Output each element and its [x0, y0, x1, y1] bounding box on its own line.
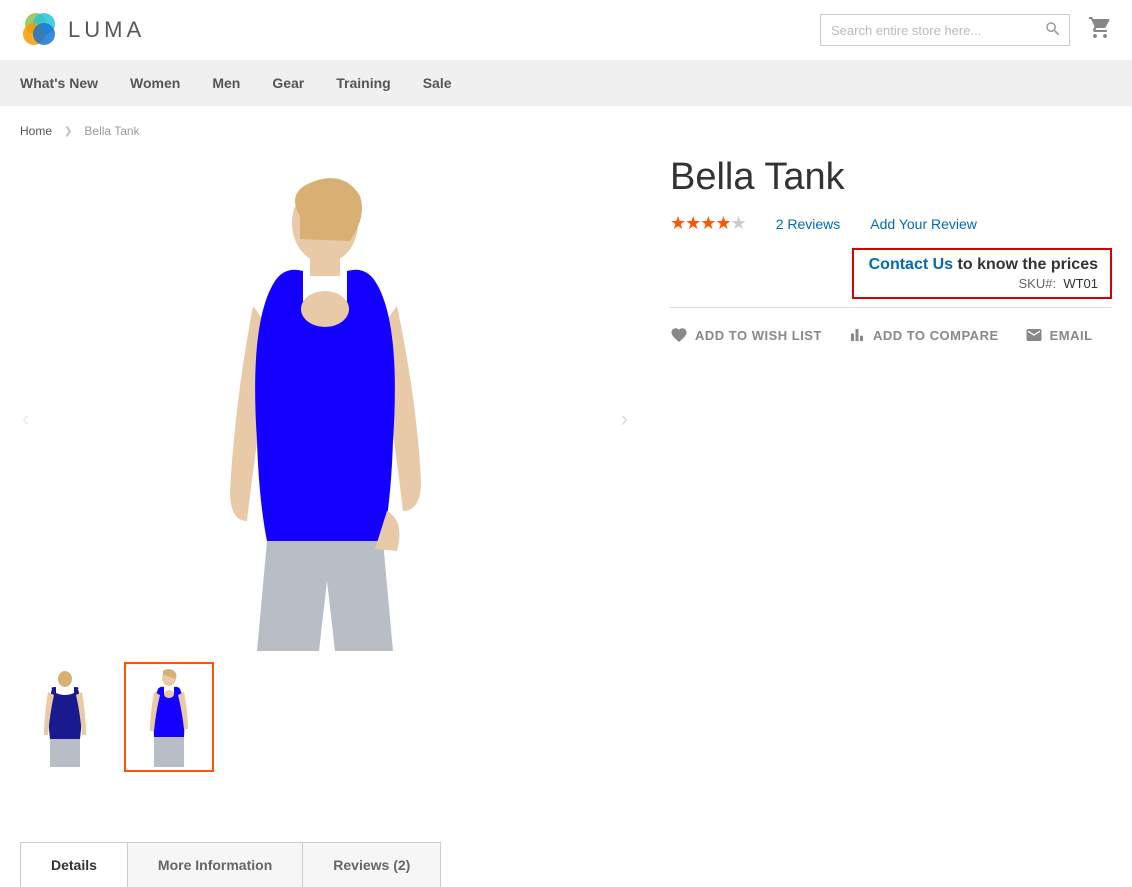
gallery-thumbnails — [20, 662, 630, 772]
price-callout: Contact Us to know the prices SKU#: WT01 — [852, 248, 1112, 299]
tab-details[interactable]: Details — [20, 842, 128, 887]
email-friend[interactable]: EMAIL — [1025, 326, 1093, 344]
compare-label: ADD TO COMPARE — [873, 328, 999, 343]
add-review-link[interactable]: Add Your Review — [870, 216, 977, 232]
search-icon — [1044, 20, 1062, 38]
breadcrumb-current: Bella Tank — [84, 124, 139, 138]
product-info: Bella Tank ★★★★★ 2 Reviews Add Your Revi… — [670, 156, 1112, 772]
divider — [670, 307, 1112, 308]
nav-item-women[interactable]: Women — [130, 60, 198, 106]
chart-bar-icon — [848, 326, 866, 344]
nav-item-whats-new[interactable]: What's New — [20, 60, 116, 106]
email-label: EMAIL — [1050, 328, 1093, 343]
gallery-prev[interactable]: ‹ — [18, 406, 33, 432]
cart-icon — [1088, 16, 1112, 40]
search-button[interactable] — [1042, 19, 1064, 41]
contact-us-link[interactable]: Contact Us — [869, 256, 953, 273]
logo-icon — [20, 10, 60, 50]
search-box — [820, 14, 1070, 46]
tab-reviews[interactable]: Reviews (2) — [302, 842, 441, 887]
product-title: Bella Tank — [670, 156, 1112, 199]
nav-item-men[interactable]: Men — [212, 60, 258, 106]
add-to-compare[interactable]: ADD TO COMPARE — [848, 326, 999, 344]
main-nav: What's New Women Men Gear Training Sale — [0, 60, 1132, 106]
chevron-right-icon: ❯ — [64, 126, 72, 137]
logo-text: LUMA — [68, 17, 145, 43]
thumbnail-1[interactable] — [20, 662, 110, 772]
breadcrumb-home[interactable]: Home — [20, 124, 52, 138]
main-product-image[interactable]: ‹ › — [20, 156, 630, 656]
page-header: LUMA — [0, 0, 1132, 60]
store-logo[interactable]: LUMA — [20, 10, 145, 50]
cart-button[interactable] — [1088, 16, 1112, 45]
search-input[interactable] — [820, 14, 1070, 46]
thumbnail-2[interactable] — [124, 662, 214, 772]
product-view: ‹ › — [0, 156, 1132, 812]
product-tabs: Details More Information Reviews (2) — [20, 842, 1112, 887]
heart-icon — [670, 326, 688, 344]
product-gallery: ‹ › — [20, 156, 630, 772]
mail-icon — [1025, 326, 1043, 344]
nav-item-gear[interactable]: Gear — [272, 60, 322, 106]
header-tools — [820, 14, 1112, 46]
product-actions: ADD TO WISH LIST ADD TO COMPARE EMAIL — [670, 326, 1112, 344]
nav-item-sale[interactable]: Sale — [423, 60, 470, 106]
tab-more-information[interactable]: More Information — [127, 842, 303, 887]
breadcrumb: Home ❯ Bella Tank — [0, 106, 1132, 156]
sku-value: WT01 — [1063, 276, 1098, 291]
gallery-next[interactable]: › — [617, 406, 632, 432]
star-rating: ★★★★★ — [670, 213, 746, 234]
sku-label: SKU#: — [1019, 276, 1057, 291]
know-prices-text: to know the prices — [953, 256, 1098, 273]
rating-summary: ★★★★★ 2 Reviews Add Your Review — [670, 213, 1112, 234]
nav-item-training[interactable]: Training — [336, 60, 408, 106]
reviews-link[interactable]: 2 Reviews — [776, 216, 841, 232]
add-to-wishlist[interactable]: ADD TO WISH LIST — [670, 326, 822, 344]
wishlist-label: ADD TO WISH LIST — [695, 328, 822, 343]
